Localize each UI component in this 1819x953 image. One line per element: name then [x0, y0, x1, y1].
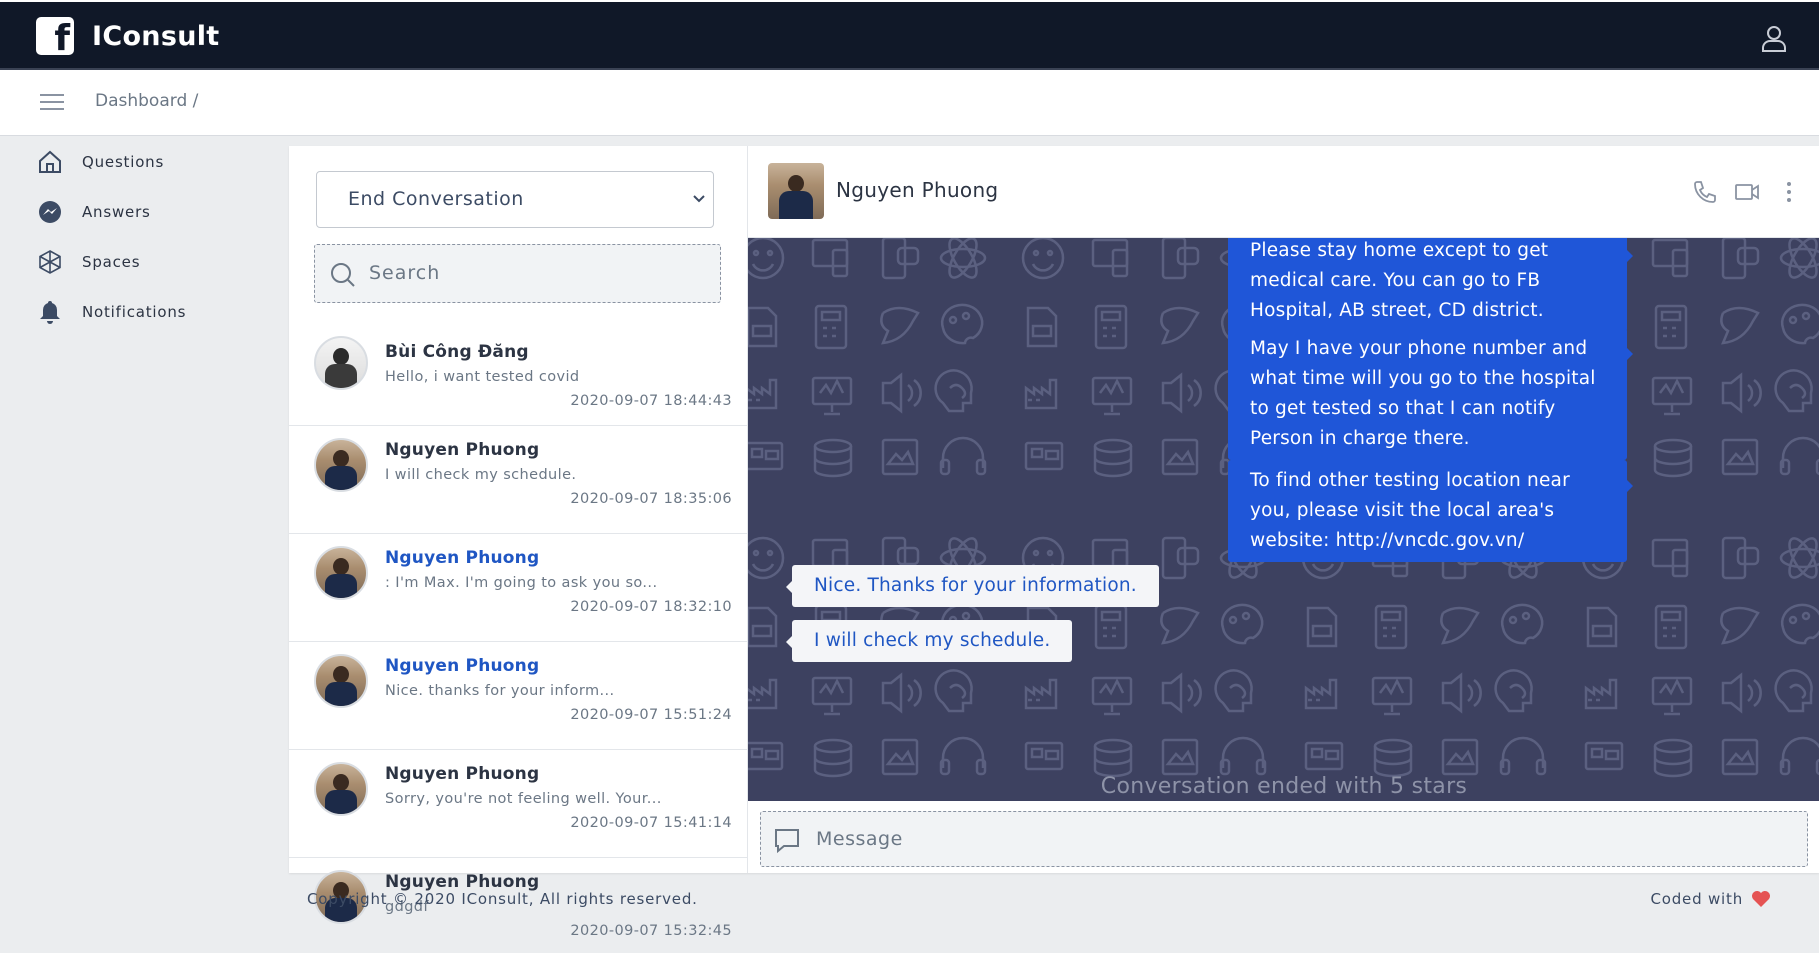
- top-navbar: f IConsult: [0, 0, 1819, 70]
- conversation-item[interactable]: Nguyen Phuong I will check my schedule. …: [289, 426, 747, 534]
- sidebar-item-label: Notifications: [82, 303, 187, 321]
- sidebar-item-questions[interactable]: Questions: [36, 148, 164, 176]
- home-icon: [39, 150, 61, 173]
- select-value: End Conversation: [348, 188, 524, 210]
- conversation-time: 2020-09-07 18:32:10: [570, 599, 732, 615]
- conversation-item[interactable]: Nguyen Phuong Nice. thanks for your info…: [289, 642, 747, 750]
- conversation-filter-select[interactable]: End Conversation: [316, 171, 714, 228]
- contact-name: Nguyen Phuong: [836, 178, 999, 202]
- brand[interactable]: f IConsult: [36, 17, 220, 55]
- app-title: IConsult: [92, 20, 220, 52]
- heart-icon: [1752, 891, 1770, 907]
- bell-icon: [40, 301, 60, 324]
- conversation-name: Nguyen Phuong: [385, 872, 540, 892]
- avatar: [314, 762, 368, 816]
- avatar: [314, 336, 368, 390]
- search-icon: [331, 263, 355, 287]
- copyright-text: Copyright © 2020 IConsult, All rights re…: [307, 890, 698, 908]
- conversation-preview: Nice. thanks for your inform...: [385, 683, 615, 699]
- phone-icon[interactable]: [1692, 179, 1718, 205]
- avatar: [314, 546, 368, 600]
- contact-avatar[interactable]: [768, 163, 824, 219]
- breadcrumb[interactable]: Dashboard /: [95, 91, 198, 111]
- conversation-ended-note: Conversation ended with 5 stars: [1100, 774, 1468, 799]
- conversation-preview: : I'm Max. I'm going to ask you so...: [385, 575, 658, 591]
- chat-bubble-icon: [775, 829, 799, 854]
- coded-with: Coded with: [1650, 890, 1771, 908]
- conversation-name: Nguyen Phuong: [385, 440, 540, 460]
- chat-actions: [1676, 179, 1802, 205]
- chevron-down-icon: [693, 195, 705, 203]
- sidebar-item-label: Spaces: [82, 253, 141, 271]
- conversation-preview: Sorry, you're not feeling well. Your...: [385, 791, 662, 807]
- conversation-name: Nguyen Phuong: [385, 548, 540, 568]
- sidebar-item-answers[interactable]: Answers: [36, 198, 151, 226]
- conversation-item[interactable]: Nguyen Phuong : I'm Max. I'm going to as…: [289, 534, 747, 642]
- menu-toggle-icon[interactable]: [40, 94, 64, 112]
- chat-card: End Conversation Search Bùi Công Đăng He…: [289, 146, 1819, 939]
- messenger-icon: [39, 201, 61, 223]
- subheader: Dashboard /: [0, 70, 1819, 136]
- facebook-logo-icon: f: [36, 17, 74, 55]
- message-outgoing: Please stay home except to get medical c…: [1228, 238, 1633, 332]
- sidebar-item-label: Answers: [82, 203, 151, 221]
- conversation-preview: I will check my schedule.: [385, 467, 577, 483]
- conversation-name: Nguyen Phuong: [385, 656, 540, 676]
- avatar: [314, 438, 368, 492]
- conversation-list-panel: End Conversation Search Bùi Công Đăng He…: [289, 146, 747, 953]
- search-placeholder: Search: [369, 262, 441, 284]
- message-outgoing: To find other testing location near you,…: [1228, 460, 1633, 562]
- sidebar-item-notifications[interactable]: Notifications: [36, 298, 186, 326]
- chat-panel: Nguyen Phuong Please stay home except to…: [747, 146, 1819, 873]
- message-outgoing: May I have your phone number and what ti…: [1228, 328, 1633, 460]
- user-icon[interactable]: [1759, 23, 1789, 53]
- chat-footer: Message: [748, 801, 1819, 873]
- conversation-time: 2020-09-07 15:41:14: [570, 815, 732, 831]
- conversation-time: 2020-09-07 15:51:24: [570, 707, 732, 723]
- message-incoming: I will check my schedule.: [785, 620, 1073, 662]
- conversation-item[interactable]: Nguyen Phuong Sorry, you're not feeling …: [289, 750, 747, 858]
- coded-with-label: Coded with: [1650, 890, 1743, 908]
- video-camera-icon[interactable]: [1734, 179, 1760, 205]
- conversation-name: Bùi Công Đăng: [385, 342, 529, 362]
- message-input[interactable]: Message: [760, 811, 1808, 867]
- chat-header: Nguyen Phuong: [748, 146, 1819, 238]
- message-incoming: Nice. Thanks for your information.: [786, 565, 1159, 607]
- sidebar-item-label: Questions: [82, 153, 165, 171]
- spaces-icon: [39, 250, 61, 274]
- sidebar: Questions Answers Spaces Notifications: [0, 136, 283, 953]
- conversation-time: 2020-09-07 18:35:06: [570, 491, 732, 507]
- conversation-time: 2020-09-07 15:32:45: [570, 923, 732, 939]
- conversation-item[interactable]: Bùi Công Đăng Hello, i want tested covid…: [289, 318, 747, 426]
- avatar: [314, 654, 368, 708]
- conversation-name: Nguyen Phuong: [385, 764, 540, 784]
- sidebar-item-spaces[interactable]: Spaces: [36, 248, 140, 276]
- chat-messages[interactable]: Please stay home except to get medical c…: [748, 238, 1819, 801]
- more-vertical-icon[interactable]: [1776, 179, 1802, 205]
- message-placeholder: Message: [816, 828, 903, 850]
- search-input[interactable]: Search: [314, 244, 721, 303]
- conversation-preview: Hello, i want tested covid: [385, 369, 580, 385]
- conversation-time: 2020-09-07 18:44:43: [570, 393, 732, 409]
